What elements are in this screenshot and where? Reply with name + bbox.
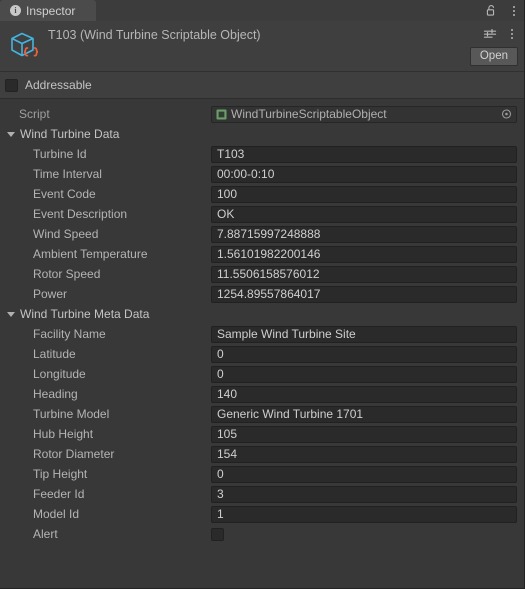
- section-title: Wind Turbine Meta Data: [20, 307, 150, 321]
- field-label: Feeder Id: [33, 487, 85, 501]
- field-input[interactable]: 3: [211, 485, 517, 503]
- tab-inspector-label: Inspector: [26, 3, 76, 18]
- object-header-actions: [483, 27, 518, 41]
- field-row-ambient-temperature: Ambient Temperature 1.56101982200146: [0, 244, 524, 264]
- field-row-time-interval: Time Interval 00:00-0:10: [0, 164, 524, 184]
- field-input[interactable]: 0: [211, 465, 517, 483]
- field-input[interactable]: T103: [211, 145, 517, 163]
- script-value: WindTurbineScriptableObject: [231, 106, 387, 121]
- field-input[interactable]: OK: [211, 205, 517, 223]
- tab-bar-filler: [96, 0, 524, 21]
- addressable-label: Addressable: [25, 78, 92, 92]
- field-label: Event Code: [33, 187, 96, 201]
- kebab-menu-icon[interactable]: [505, 28, 518, 41]
- field-row-facility-name: Facility Name Sample Wind Turbine Site: [0, 324, 524, 344]
- object-header: T103 (Wind Turbine Scriptable Object) Op…: [0, 21, 524, 72]
- field-input[interactable]: 1254.89557864017: [211, 285, 517, 303]
- kebab-menu-icon[interactable]: [507, 4, 520, 17]
- field-input[interactable]: 11.5506158576012: [211, 265, 517, 283]
- field-input[interactable]: Generic Wind Turbine 1701: [211, 405, 517, 423]
- field-input[interactable]: 7.88715997248888: [211, 225, 517, 243]
- field-label: Turbine Model: [33, 407, 110, 421]
- addressable-row: Addressable: [0, 72, 524, 99]
- script-row: Script WindTurbineScriptableObject: [0, 104, 524, 124]
- field-row-feeder-id: Feeder Id 3: [0, 484, 524, 504]
- tab-bar: i Inspector: [0, 0, 524, 21]
- field-row-latitude: Latitude 0: [0, 344, 524, 364]
- field-input[interactable]: 0: [211, 345, 517, 363]
- object-picker-icon[interactable]: [501, 109, 512, 120]
- field-row-longitude: Longitude 0: [0, 364, 524, 384]
- alert-checkbox[interactable]: [211, 527, 224, 541]
- scriptable-object-cube-icon: [8, 29, 42, 63]
- object-title: T103 (Wind Turbine Scriptable Object): [48, 28, 261, 42]
- field-label: Power: [33, 287, 68, 301]
- field-label: Alert: [33, 527, 58, 541]
- field-label: Wind Speed: [33, 227, 99, 241]
- field-input[interactable]: 105: [211, 425, 517, 443]
- inspector-window: i Inspector T103 (Wind Turbine Scriptabl…: [0, 0, 525, 589]
- info-icon: i: [10, 5, 21, 16]
- property-list: Script WindTurbineScriptableObject Wind …: [0, 99, 524, 588]
- field-row-turbine-id: Turbine Id T103: [0, 144, 524, 164]
- chevron-down-icon: [7, 312, 15, 317]
- field-row-rotor-speed: Rotor Speed 11.5506158576012: [0, 264, 524, 284]
- field-row-wind-speed: Wind Speed 7.88715997248888: [0, 224, 524, 244]
- addressable-checkbox[interactable]: [5, 78, 18, 92]
- open-button[interactable]: Open: [469, 47, 518, 66]
- field-label: Rotor Speed: [33, 267, 101, 281]
- field-label: Model Id: [33, 507, 80, 521]
- field-row-turbine-model: Turbine Model Generic Wind Turbine 1701: [0, 404, 524, 424]
- field-label: Time Interval: [33, 167, 102, 181]
- field-label: Hub Height: [33, 427, 94, 441]
- field-input[interactable]: 0: [211, 365, 517, 383]
- field-label: Event Description: [33, 207, 128, 221]
- field-row-power: Power 1254.89557864017: [0, 284, 524, 304]
- field-label: Tip Height: [33, 467, 88, 481]
- field-input[interactable]: 154: [211, 445, 517, 463]
- tab-inspector[interactable]: i Inspector: [0, 0, 96, 21]
- field-label: Heading: [33, 387, 78, 401]
- chevron-down-icon: [7, 132, 15, 137]
- field-row-alert: Alert: [0, 524, 524, 544]
- field-input[interactable]: 1: [211, 505, 517, 523]
- field-row-hub-height: Hub Height 105: [0, 424, 524, 444]
- field-row-heading: Heading 140: [0, 384, 524, 404]
- lock-open-icon[interactable]: [485, 4, 498, 17]
- field-label: Rotor Diameter: [33, 447, 115, 461]
- field-label: Ambient Temperature: [33, 247, 148, 261]
- field-label: Turbine Id: [33, 147, 87, 161]
- script-object-field[interactable]: WindTurbineScriptableObject: [211, 105, 517, 123]
- field-row-tip-height: Tip Height 0: [0, 464, 524, 484]
- field-input[interactable]: 140: [211, 385, 517, 403]
- field-row-event-description: Event Description OK: [0, 204, 524, 224]
- script-label: Script: [19, 107, 50, 121]
- section-title: Wind Turbine Data: [20, 127, 120, 141]
- field-row-model-id: Model Id 1: [0, 504, 524, 524]
- cs-script-icon: [216, 109, 227, 120]
- section-header-wind-turbine-data[interactable]: Wind Turbine Data: [0, 124, 524, 144]
- section-header-wind-turbine-meta-data[interactable]: Wind Turbine Meta Data: [0, 304, 524, 324]
- field-row-rotor-diameter: Rotor Diameter 154: [0, 444, 524, 464]
- field-row-event-code: Event Code 100: [0, 184, 524, 204]
- field-input[interactable]: 100: [211, 185, 517, 203]
- field-label: Longitude: [33, 367, 86, 381]
- field-label: Facility Name: [33, 327, 106, 341]
- tab-bar-actions: [485, 0, 520, 21]
- field-input[interactable]: 00:00-0:10: [211, 165, 517, 183]
- field-input[interactable]: Sample Wind Turbine Site: [211, 325, 517, 343]
- field-input[interactable]: 1.56101982200146: [211, 245, 517, 263]
- preset-settings-icon[interactable]: [483, 27, 497, 41]
- field-label: Latitude: [33, 347, 76, 361]
